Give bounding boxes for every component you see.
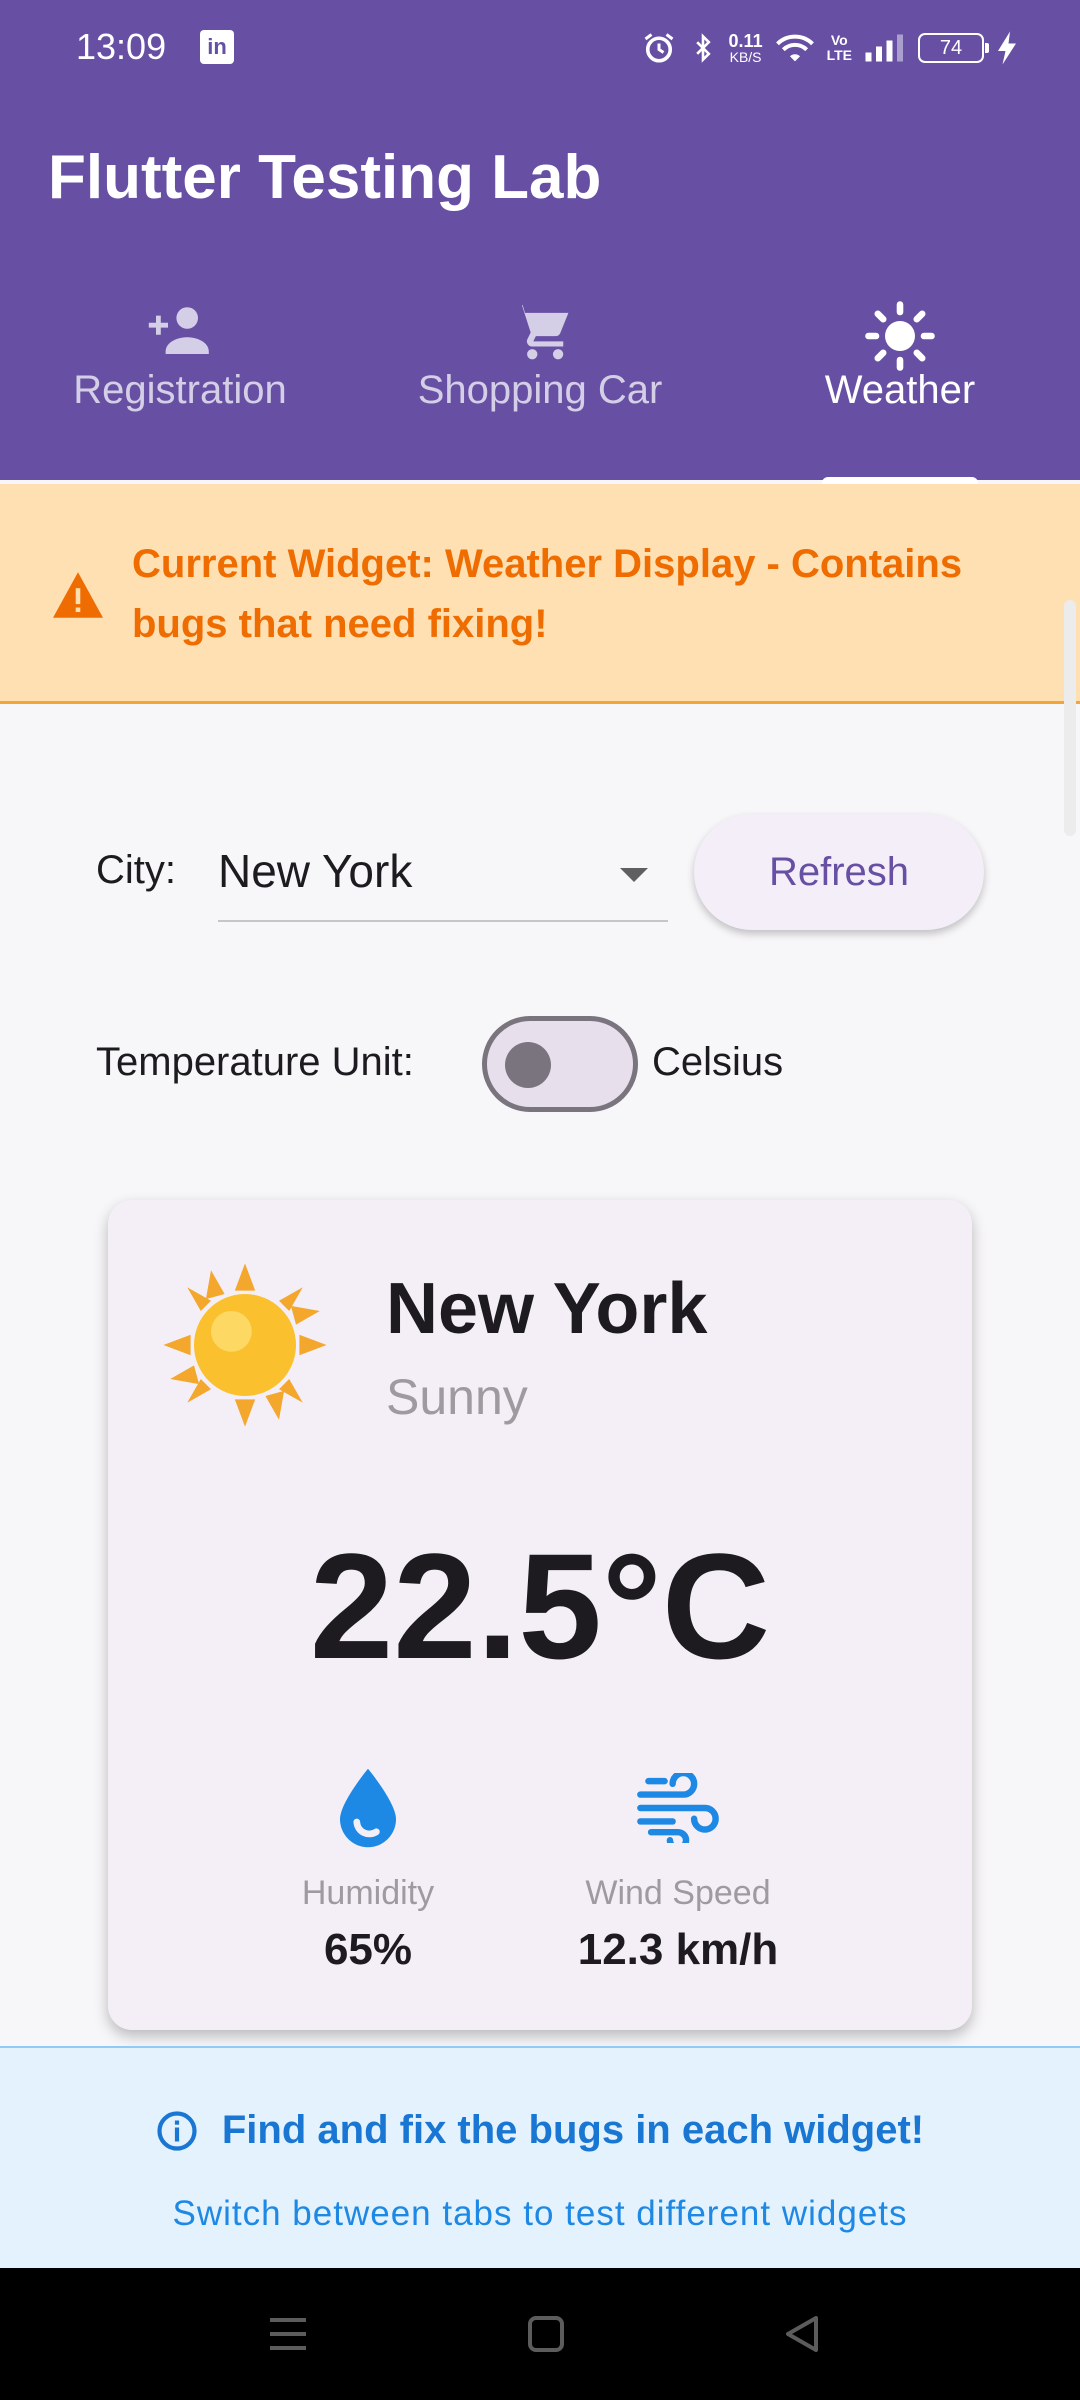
home-icon[interactable] bbox=[516, 2310, 576, 2358]
tab-shopping-cart[interactable]: Shopping Car bbox=[360, 276, 720, 480]
dropdown-arrow-icon bbox=[620, 868, 648, 882]
info-footer: Find and fix the bugs in each widget! Sw… bbox=[0, 2046, 1080, 2268]
humidity-stat: Humidity 65% bbox=[258, 1760, 478, 1975]
wind-speed-label: Wind Speed bbox=[585, 1874, 771, 1912]
warning-icon bbox=[53, 572, 103, 618]
wind-speed-value: 12.3 km/h bbox=[577, 1925, 779, 1974]
bluetooth-icon bbox=[695, 33, 711, 63]
warning-banner: Current Widget: Weather Display - Contai… bbox=[0, 484, 1080, 704]
net-speed-value: 0.11 bbox=[728, 31, 763, 51]
footer-title-row: Find and fix the bugs in each widget! bbox=[0, 2108, 1080, 2153]
tab-weather[interactable]: Weather bbox=[720, 276, 1080, 480]
tab-bar: Registration Shopping Car Weather bbox=[0, 276, 1080, 480]
refresh-button[interactable]: Refresh bbox=[694, 814, 984, 930]
status-bar: 13:09 in 0.11 KB/S Vo LTE 74 bbox=[0, 0, 1080, 96]
temperature-unit-label: Temperature Unit: bbox=[96, 1040, 414, 1084]
humidity-value: 65% bbox=[323, 1925, 413, 1974]
status-time: 13:09 bbox=[76, 26, 167, 67]
status-icons: 0.11 KB/S Vo LTE 74 bbox=[641, 24, 1018, 72]
menu-icon[interactable] bbox=[258, 2310, 318, 2358]
wind-icon bbox=[538, 1760, 818, 1856]
card-condition: Sunny bbox=[386, 1369, 528, 1425]
switch-knob bbox=[505, 1042, 551, 1088]
shopping-cart-icon bbox=[360, 300, 720, 364]
tab-shopping-cart-label: Shopping Car bbox=[417, 368, 663, 412]
wifi-icon bbox=[775, 34, 814, 62]
temperature-value: 22.5°C bbox=[309, 1522, 771, 1690]
scrollbar[interactable] bbox=[1064, 600, 1076, 836]
volte-bottom: LTE bbox=[826, 47, 852, 63]
sun-icon bbox=[163, 1263, 327, 1427]
volte-icon: Vo LTE bbox=[827, 33, 852, 63]
card-city: New York bbox=[386, 1269, 708, 1349]
footer-title: Find and fix the bugs in each widget! bbox=[221, 2108, 925, 2152]
city-label: City: bbox=[96, 848, 176, 892]
linkedin-icon: in bbox=[200, 30, 234, 64]
city-dropdown-value: New York bbox=[218, 845, 413, 897]
info-icon bbox=[157, 2110, 197, 2151]
charging-icon bbox=[998, 31, 1016, 65]
person-add-icon bbox=[0, 300, 360, 364]
back-icon[interactable] bbox=[772, 2310, 832, 2358]
volte-top: Vo bbox=[830, 32, 848, 48]
tab-registration[interactable]: Registration bbox=[0, 276, 360, 480]
alarm-icon bbox=[644, 33, 673, 63]
temperature-unit-switch[interactable] bbox=[482, 1016, 638, 1112]
net-speed-unit: KB/S bbox=[729, 49, 762, 65]
signal-icon bbox=[865, 34, 903, 62]
humidity-label: Humidity bbox=[301, 1874, 435, 1912]
city-dropdown[interactable]: New York bbox=[218, 828, 668, 922]
wind-speed-stat: Wind Speed 12.3 km/h bbox=[538, 1760, 818, 1975]
battery-icon: 74 bbox=[918, 33, 989, 63]
tab-weather-label: Weather bbox=[824, 368, 976, 412]
weather-card: New York Sunny 22.5°C Humidity 65% Wind … bbox=[108, 1200, 972, 2030]
app-title: Flutter Testing Lab bbox=[48, 143, 602, 212]
net-speed: 0.11 KB/S bbox=[729, 32, 763, 64]
warning-text: Current Widget: Weather Display - Contai… bbox=[132, 542, 963, 646]
footer-subtitle: Switch between tabs to test different wi… bbox=[172, 2194, 908, 2233]
tab-registration-label: Registration bbox=[73, 368, 287, 412]
temperature-unit-value: Celsius bbox=[652, 1040, 784, 1084]
sun-icon bbox=[720, 300, 1080, 371]
water-drop-icon bbox=[258, 1760, 478, 1856]
system-navigation-bar bbox=[0, 2268, 1080, 2400]
app-bar: Flutter Testing Lab Registration Shoppin… bbox=[0, 96, 1080, 480]
